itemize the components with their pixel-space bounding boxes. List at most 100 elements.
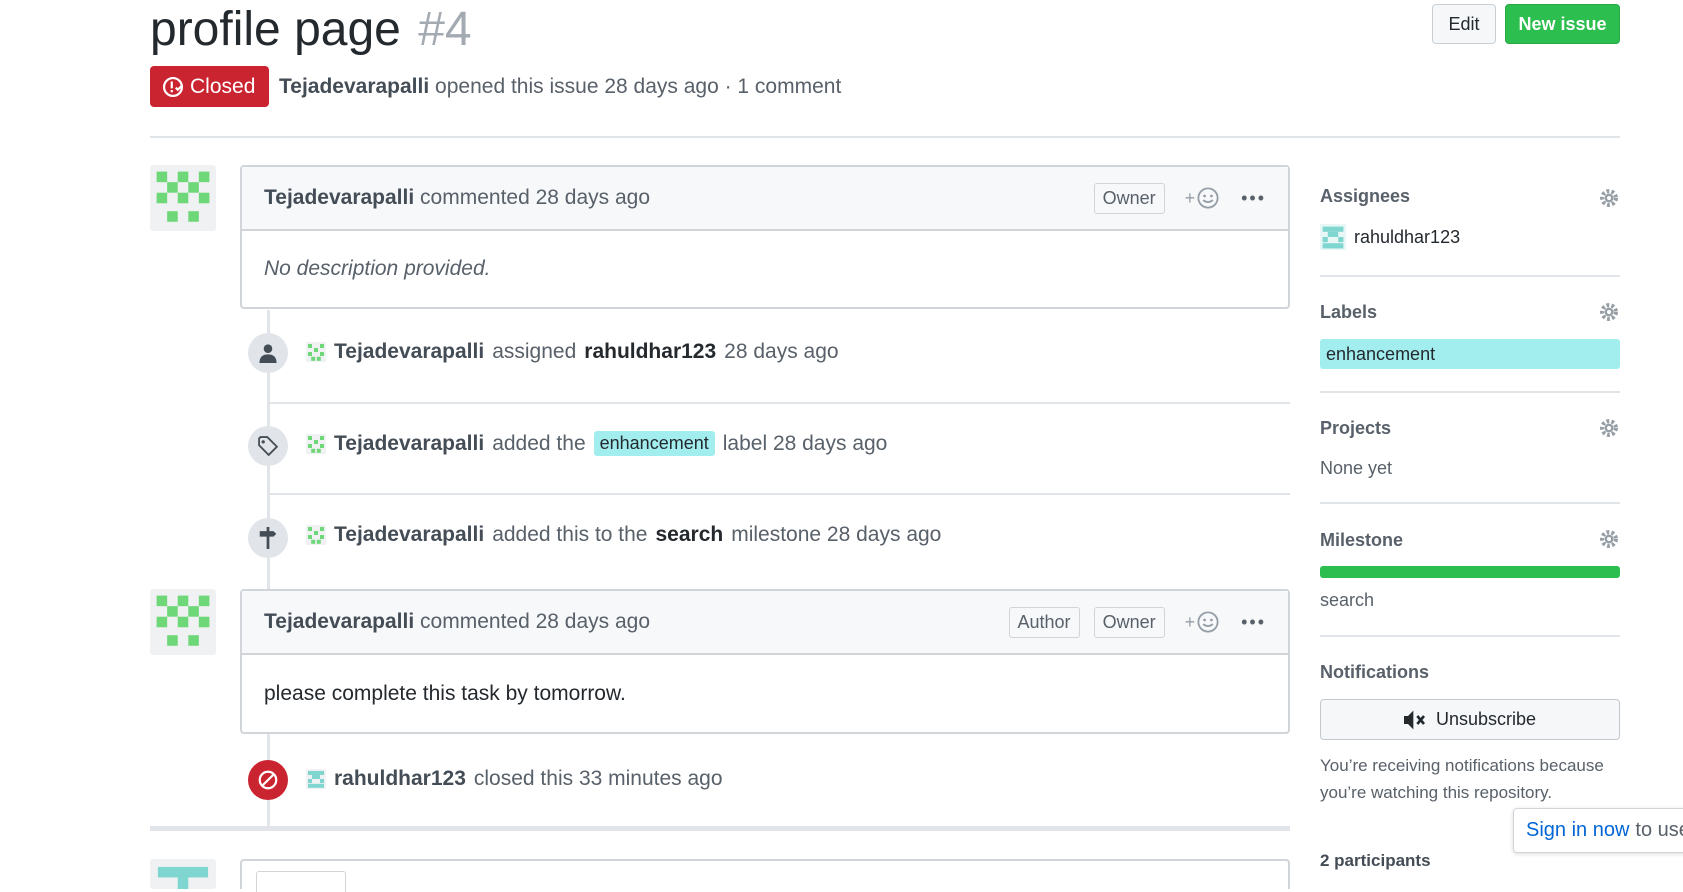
new-issue-button[interactable]: New issue — [1505, 4, 1620, 44]
add-reaction-button[interactable]: + — [1185, 611, 1220, 633]
timeline-milestone-event: Tejadevarapalli added this to the search… — [306, 523, 941, 547]
comment-box: Tejadevarapalli commented 28 days ago Au… — [240, 589, 1290, 734]
event-actor[interactable]: Tejadevarapalli — [334, 432, 484, 456]
comment-author[interactable]: Tejadevarapalli — [264, 610, 414, 634]
smiley-icon — [1197, 187, 1219, 209]
comment-author[interactable]: Tejadevarapalli — [264, 186, 414, 210]
timeline-line — [267, 310, 270, 830]
comment-header: Tejadevarapalli commented 28 days ago Ow… — [242, 167, 1288, 231]
sidebar-labels-title: Labels — [1320, 302, 1378, 322]
comment-action: commented 28 days ago — [420, 186, 651, 209]
sidebar-projects-title: Projects — [1320, 418, 1392, 438]
notification-reason-line: You’re receiving notifications because — [1320, 756, 1604, 775]
event-suffix: milestone 28 days ago — [731, 523, 942, 546]
comment-header: Tejadevarapalli commented 28 days ago Au… — [242, 591, 1288, 655]
event-target[interactable]: rahuldhar123 — [584, 340, 716, 364]
sidebar-divider — [1320, 391, 1620, 393]
sign-in-text: to use — [1635, 819, 1683, 841]
comment-box: Tejadevarapalli commented 28 days ago Ow… — [240, 165, 1290, 309]
edit-button[interactable]: Edit — [1432, 4, 1496, 44]
milestone-name[interactable]: search — [1320, 590, 1374, 611]
person-icon — [259, 344, 277, 363]
add-reaction-button[interactable]: + — [1185, 187, 1220, 209]
avatar[interactable] — [306, 433, 326, 454]
timeline-divider — [267, 493, 1290, 495]
timeline-closed-event: rahuldhar123 closed this 33 minutes ago — [306, 767, 723, 791]
author-badge: Author — [1008, 606, 1080, 638]
owner-badge: Owner — [1093, 182, 1165, 214]
timeline-badge — [248, 333, 288, 373]
timeline-badge — [248, 760, 288, 800]
gear-icon[interactable] — [1598, 417, 1620, 439]
issue-title: profile page #4 — [150, 0, 472, 60]
comment-body: No description provided. — [264, 257, 491, 280]
identicon-icon — [157, 866, 209, 889]
sidebar-milestone-title: Milestone — [1320, 530, 1404, 550]
sidebar-notifications-title: Notifications — [1320, 662, 1430, 682]
milestone-progress-bar — [1320, 566, 1620, 578]
comment-body: please complete this task by tomorrow. — [264, 681, 626, 705]
comment-action: commented 28 days ago — [420, 610, 651, 633]
issue-closed-icon — [162, 76, 184, 97]
timeline-badge — [248, 426, 288, 466]
notification-reason-line: you’re watching this repository. — [1320, 783, 1553, 802]
participants-count: 2 participants — [1320, 851, 1431, 870]
gear-icon[interactable] — [1598, 301, 1620, 323]
sidebar-label-enhancement[interactable]: enhancement — [1320, 339, 1620, 369]
event-actor[interactable]: rahuldhar123 — [334, 767, 466, 791]
avatar[interactable] — [306, 342, 326, 362]
event-time: 28 days ago — [724, 340, 839, 363]
timeline-labeled-event: Tejadevarapalli added the enhancement la… — [306, 431, 887, 456]
avatar[interactable] — [150, 589, 216, 655]
closed-circle-slash-icon — [258, 770, 278, 790]
sidebar-assignees-title: Assignees — [1320, 186, 1411, 206]
event-milestone[interactable]: search — [656, 523, 724, 547]
issue-meta-text: opened this issue 28 days ago · 1 commen… — [435, 75, 842, 98]
avatar — [1320, 224, 1346, 250]
gear-icon[interactable] — [1598, 528, 1620, 550]
milestone-icon — [259, 527, 277, 549]
avatar[interactable] — [306, 525, 326, 545]
smiley-icon — [1197, 611, 1219, 633]
event-suffix: label 28 days ago — [722, 431, 888, 455]
event-actor[interactable]: Tejadevarapalli — [334, 523, 484, 547]
issue-meta: Tejadevarapalli opened this issue 28 day… — [279, 72, 841, 102]
issue-title-text: profile page — [150, 3, 401, 56]
sign-in-link[interactable]: Sign in now — [1526, 819, 1629, 842]
event-text: closed this 33 minutes ago — [473, 767, 723, 790]
timeline-divider — [267, 402, 1290, 404]
comment-menu-button[interactable]: ••• — [1241, 612, 1266, 633]
timeline-end-divider — [150, 826, 1290, 831]
gear-icon[interactable] — [1598, 187, 1620, 209]
issue-author-link[interactable]: Tejadevarapalli — [279, 75, 429, 98]
issue-number: #4 — [418, 3, 472, 56]
event-actor[interactable]: Tejadevarapalli — [334, 340, 484, 364]
sign-in-prompt: Sign in now to use — [1513, 808, 1683, 853]
unsubscribe-label: Unsubscribe — [1435, 709, 1537, 729]
label-chip[interactable]: enhancement — [593, 431, 715, 456]
status-badge: Closed — [150, 66, 270, 107]
comment-menu-button[interactable]: ••• — [1241, 188, 1266, 209]
avatar[interactable] — [150, 859, 216, 889]
milestone-progress-fill — [1320, 566, 1620, 578]
notification-reason: You’re receiving notifications because y… — [1320, 752, 1604, 806]
tag-icon — [258, 436, 279, 457]
identicon-icon — [156, 595, 210, 646]
event-verb: added the — [492, 431, 586, 455]
assignee-name[interactable]: rahuldhar123 — [1354, 227, 1460, 248]
sidebar-divider — [1320, 275, 1620, 277]
projects-value: None yet — [1320, 458, 1393, 478]
event-verb: added this to the — [492, 523, 648, 546]
timeline-badge — [248, 518, 288, 558]
header-divider — [150, 136, 1620, 138]
sidebar-divider — [1320, 635, 1620, 637]
identicon-icon — [156, 171, 210, 222]
new-comment-box[interactable] — [240, 859, 1290, 892]
avatar[interactable] — [306, 769, 326, 789]
owner-badge: Owner — [1093, 606, 1165, 638]
avatar[interactable] — [150, 165, 216, 231]
mute-icon — [1403, 710, 1425, 729]
unsubscribe-button[interactable]: Unsubscribe — [1320, 699, 1620, 740]
sidebar-assignee[interactable]: rahuldhar123 — [1320, 224, 1460, 250]
event-verb: assigned — [492, 340, 577, 363]
